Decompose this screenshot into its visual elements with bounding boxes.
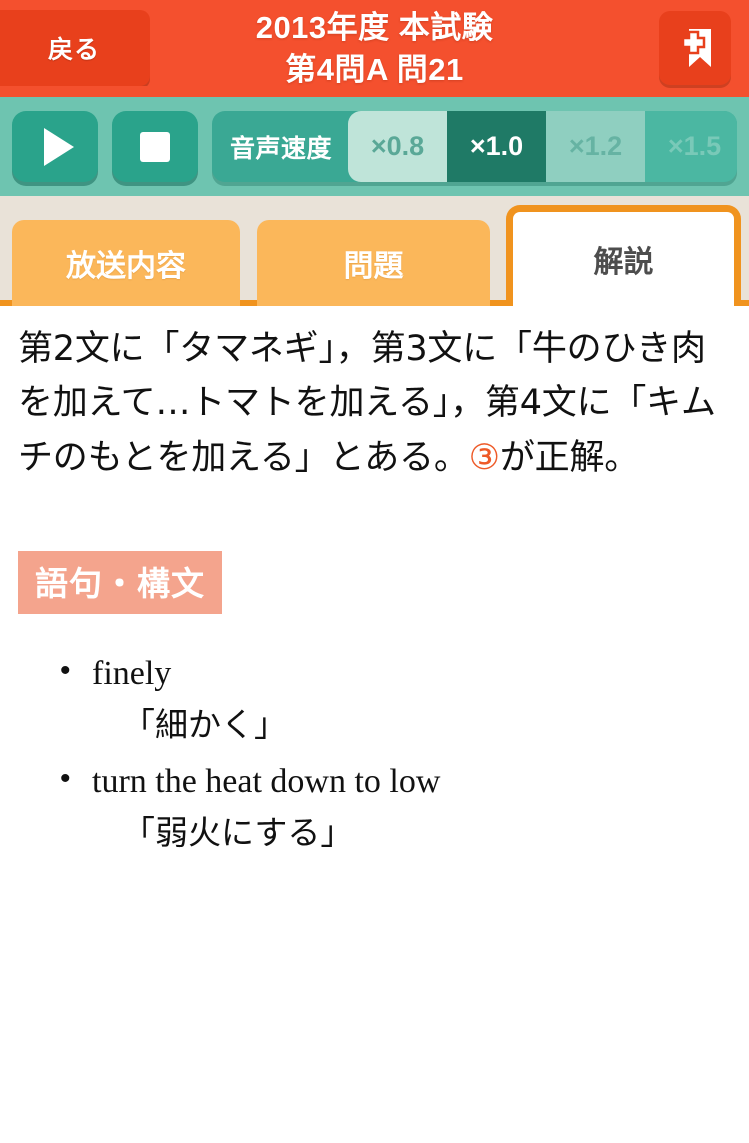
explanation-text-post: が正解。 [499,437,640,478]
list-item: finely 「細かく」 [60,648,731,750]
app-header: 戻る 2013年度 本試験 第4問A 問21 [0,0,749,97]
vocab-list: finely 「細かく」 turn the heat down to low 「… [18,648,731,858]
tab-explanation[interactable]: 解説 [506,205,741,306]
audio-speed-label: 音声速度 [230,134,333,163]
page-title-line2: 第4問A 問21 [285,51,464,87]
play-button[interactable] [12,111,98,182]
vocab-section-title: 語句・構文 [18,550,222,614]
speed-option-1-5[interactable]: ×1.5 [645,111,737,182]
vocab-term-japanese: 「弱火にする」 [122,812,354,852]
bookmark-add-button[interactable] [659,11,731,85]
audio-speed-group: 音声速度 ×0.8 ×1.0 ×1.2 ×1.5 [212,111,737,182]
explanation-panel: 第2文に「タマネギ」，第3文に「牛のひき肉を加えて…トマトを加える」，第4文に「… [0,306,749,1143]
page-title: 2013年度 本試験 第4問A 問21 [256,7,494,89]
play-icon [43,127,74,166]
list-item: turn the heat down to low 「弱火にする」 [60,756,731,858]
vocab-term-english: turn the heat down to low [92,762,441,800]
answer-choice-mark: ③ [468,437,500,478]
vocab-term-english: finely [92,654,172,692]
speed-option-1-0[interactable]: ×1.0 [447,111,547,182]
stop-icon [140,131,170,162]
tab-question[interactable]: 問題 [257,220,490,306]
tab-broadcast-content[interactable]: 放送内容 [12,220,240,306]
bookmark-plus-icon [681,29,711,67]
back-button-label: 戻る [47,36,100,64]
audio-toolbar: 音声速度 ×0.8 ×1.0 ×1.2 ×1.5 [0,97,749,196]
back-button[interactable]: 戻る [0,10,150,86]
stop-button[interactable] [112,111,198,182]
speed-option-1-2[interactable]: ×1.2 [546,111,646,182]
page-title-line1: 2013年度 本試験 [255,10,494,46]
explanation-paragraph: 第2文に「タマネギ」，第3文に「牛のひき肉を加えて…トマトを加える」，第4文に「… [18,322,731,485]
speed-option-0-8[interactable]: ×0.8 [348,111,448,182]
tab-bar: 放送内容 問題 解説 [0,196,749,306]
vocab-term-japanese: 「細かく」 [122,704,287,744]
